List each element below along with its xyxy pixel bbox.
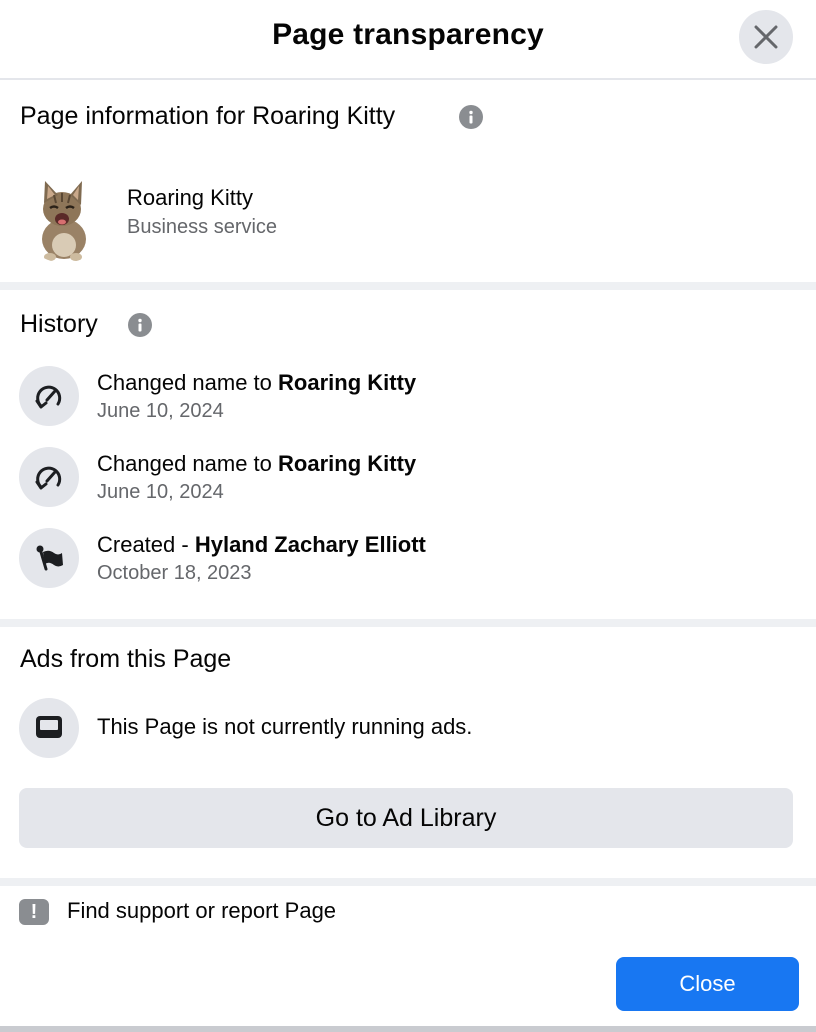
- flag-icon: [19, 528, 79, 588]
- history-item-date: June 10, 2024: [97, 481, 224, 503]
- history-item-date: June 10, 2024: [97, 400, 224, 422]
- close-icon: [754, 25, 778, 49]
- history-item-title: Changed name to Roaring Kitty: [97, 451, 416, 477]
- section-divider: [0, 282, 816, 290]
- history-item-prefix: Changed name to: [97, 370, 279, 395]
- history-item-title: Created - Hyland Zachary Elliott: [97, 532, 426, 558]
- page-name[interactable]: Roaring Kitty: [127, 185, 253, 211]
- history-item-title: Changed name to Roaring Kitty: [97, 370, 416, 396]
- page-info-title: Page information for Roaring Kitty: [20, 102, 396, 130]
- dialog-title: Page transparency: [272, 18, 544, 51]
- avatar[interactable]: [20, 175, 108, 263]
- go-to-ad-library-button[interactable]: Go to Ad Library: [19, 788, 793, 848]
- history-item-prefix: Created -: [97, 532, 195, 557]
- info-icon[interactable]: [128, 313, 152, 337]
- page-category: Business service: [127, 216, 278, 238]
- find-support-link[interactable]: Find support or report Page: [67, 898, 336, 924]
- history-item-emphasis: Roaring Kitty: [278, 451, 417, 476]
- window-bottom-edge: [0, 1026, 816, 1032]
- dialog-header: Page transparency: [0, 0, 816, 80]
- history-title: History: [20, 310, 98, 338]
- close-button[interactable]: Close: [616, 957, 799, 1011]
- ads-status-text: This Page is not currently running ads.: [97, 714, 473, 739]
- name-change-icon: [19, 447, 79, 507]
- section-divider: [0, 878, 816, 886]
- ads-title: Ads from this Page: [20, 645, 232, 673]
- history-item-emphasis: Hyland Zachary Elliott: [194, 532, 426, 557]
- history-item-emphasis: Roaring Kitty: [278, 370, 417, 395]
- report-icon: !: [19, 899, 49, 925]
- ads-monitor-icon: [19, 698, 79, 758]
- section-divider: [0, 619, 816, 627]
- info-icon[interactable]: [459, 105, 483, 129]
- kitten-profile-image: [20, 175, 108, 263]
- name-change-icon: [19, 366, 79, 426]
- history-item-date: October 18, 2023: [97, 562, 252, 584]
- close-dialog-button[interactable]: [739, 10, 793, 64]
- history-item-prefix: Changed name to: [97, 451, 279, 476]
